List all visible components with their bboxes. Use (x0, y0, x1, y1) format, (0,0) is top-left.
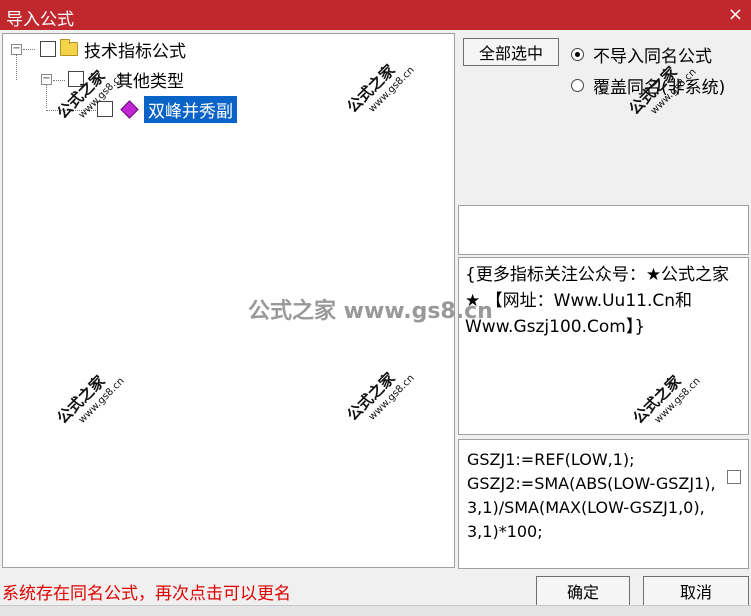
tree-node-formula[interactable]: 双峰并秀副 (93, 95, 237, 123)
select-all-button[interactable]: 全部选中 (463, 38, 559, 66)
ok-button[interactable]: 确定 (536, 576, 630, 606)
bottom-edge (0, 605, 751, 616)
tree-checkbox[interactable] (40, 41, 56, 57)
radio-button[interactable] (571, 48, 584, 61)
description-text: {更多指标关注公众号：★公式之家★ 【网址：Www.Uu11.Cn和Www.Gs… (465, 265, 730, 337)
close-icon[interactable]: × (728, 4, 743, 25)
code-box[interactable]: GSZJ1:=REF(LOW,1); GSZJ2:=SMA(ABS(LOW-GS… (458, 439, 749, 569)
tree-node-label: 双峰并秀副 (144, 95, 237, 123)
description-box[interactable]: {更多指标关注公众号：★公式之家★ 【网址：Www.Uu11.Cn和Www.Gs… (458, 257, 749, 435)
radio-button[interactable] (571, 79, 584, 92)
radio-no-import-same-name[interactable]: 不导入同名公式 (571, 42, 712, 67)
code-text: GSZJ1:=REF(LOW,1); GSZJ2:=SMA(ABS(LOW-GS… (467, 450, 716, 541)
status-message: 系统存在同名公式，再次点击可以更名 (2, 584, 291, 604)
formula-icon (120, 99, 139, 119)
cancel-button[interactable]: 取消 (643, 576, 749, 606)
info-box (458, 205, 749, 255)
tree-node-label: 技术指标公式 (84, 41, 186, 62)
code-checkbox[interactable] (727, 470, 741, 484)
folder-icon (60, 39, 78, 56)
center-watermark: 公式之家 www.gs8.cn (248, 299, 493, 324)
tree-node-root[interactable]: − 技术指标公式 (11, 38, 186, 62)
title-bar: 导入公式 × (0, 0, 751, 30)
collapse-icon[interactable]: − (41, 73, 52, 85)
window-title: 导入公式 (6, 10, 74, 30)
collapse-icon[interactable]: − (11, 43, 22, 55)
radio-label: 不导入同名公式 (593, 47, 712, 67)
